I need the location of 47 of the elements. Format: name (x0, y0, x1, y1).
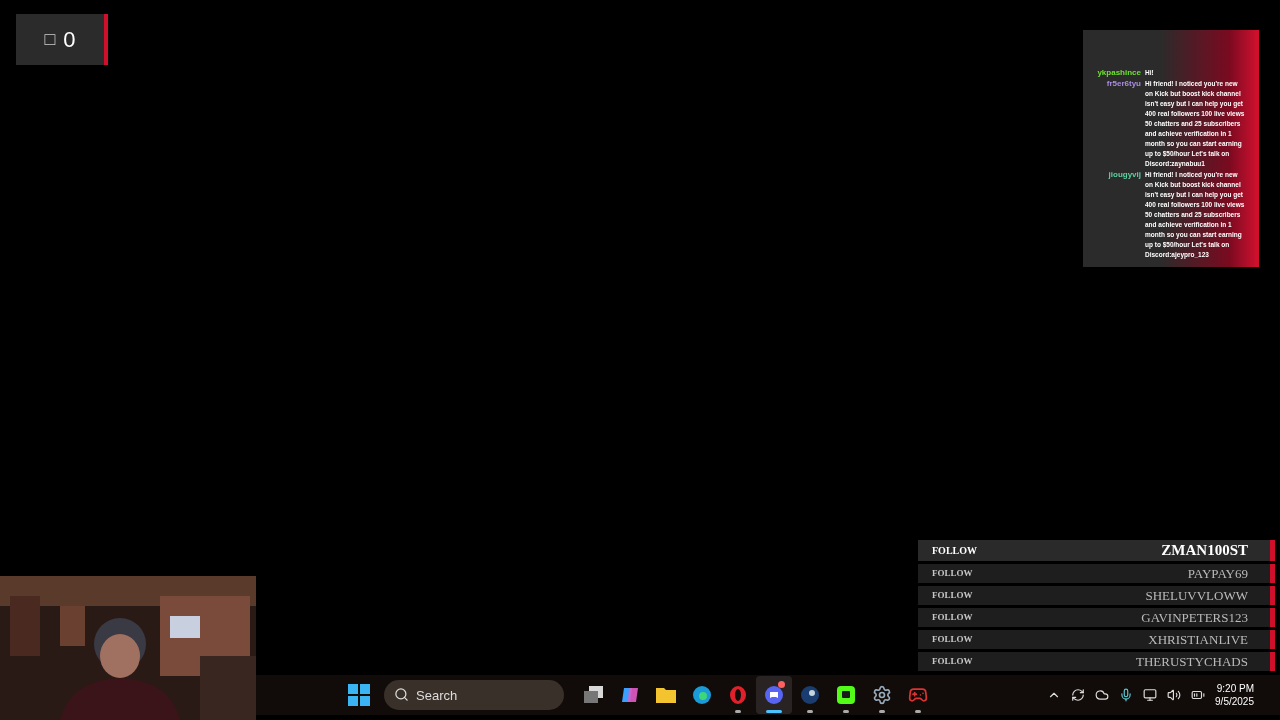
follow-label: FOLLOW (932, 544, 977, 558)
sync-icon[interactable] (1071, 688, 1086, 702)
discord-icon (764, 685, 784, 705)
windows-start-icon[interactable] (348, 684, 370, 706)
follower-name: GAVINPETERS123 (1141, 608, 1248, 627)
windows-icon (583, 685, 605, 705)
follow-label: FOLLOW (932, 588, 973, 602)
folder-icon (655, 686, 677, 704)
follower-name: ZMAN100ST (1161, 541, 1248, 561)
running-indicator (879, 710, 885, 713)
steam-icon (800, 685, 820, 705)
clock[interactable]: 9:20 PM 9/5/2025 (1215, 682, 1254, 708)
chat-username: ykpashince (1097, 68, 1141, 78)
follow-label: FOLLOW (932, 654, 973, 668)
follower-name: XHRISTIANLIVE (1148, 630, 1248, 649)
speaker-icon[interactable] (1167, 688, 1182, 702)
search-icon (394, 687, 409, 702)
follow-label: FOLLOW (932, 610, 973, 624)
counter-icon: □ (44, 26, 56, 53)
chat-username: fr5er6tyu (1106, 79, 1141, 89)
follower-name: THERUSTYCHADS (1136, 652, 1248, 671)
running-indicator (807, 710, 813, 713)
settings-icon (872, 685, 892, 705)
monitor-icon[interactable] (1143, 688, 1158, 702)
battery-icon[interactable] (1191, 688, 1206, 702)
notification-badge (778, 681, 785, 688)
running-indicator (735, 710, 741, 713)
follow-label: FOLLOW (932, 566, 973, 580)
opera-icon (728, 685, 748, 705)
taskbar-app-button[interactable] (756, 676, 792, 714)
chat-icon (836, 685, 856, 705)
running-indicator (766, 710, 782, 713)
copilot-icon (620, 685, 640, 705)
follower-name: PAYPAY69 (1187, 564, 1248, 583)
follow-label: FOLLOW (932, 632, 973, 646)
cloud-icon[interactable] (1095, 688, 1110, 702)
microphone-icon[interactable] (1119, 688, 1134, 702)
search-field[interactable]: Search (384, 680, 564, 710)
counter-value: 0 (63, 26, 76, 54)
clock-date: 9/5/2025 (1215, 695, 1254, 708)
clock-time: 9:20 PM (1216, 682, 1254, 695)
gamepad-icon (908, 685, 928, 705)
chat-username: jiougyvij (1108, 170, 1141, 180)
running-indicator (843, 710, 849, 713)
follower-name: SHELUVVLOWW (1145, 586, 1248, 605)
running-indicator (915, 710, 921, 713)
browser-icon (692, 685, 712, 705)
